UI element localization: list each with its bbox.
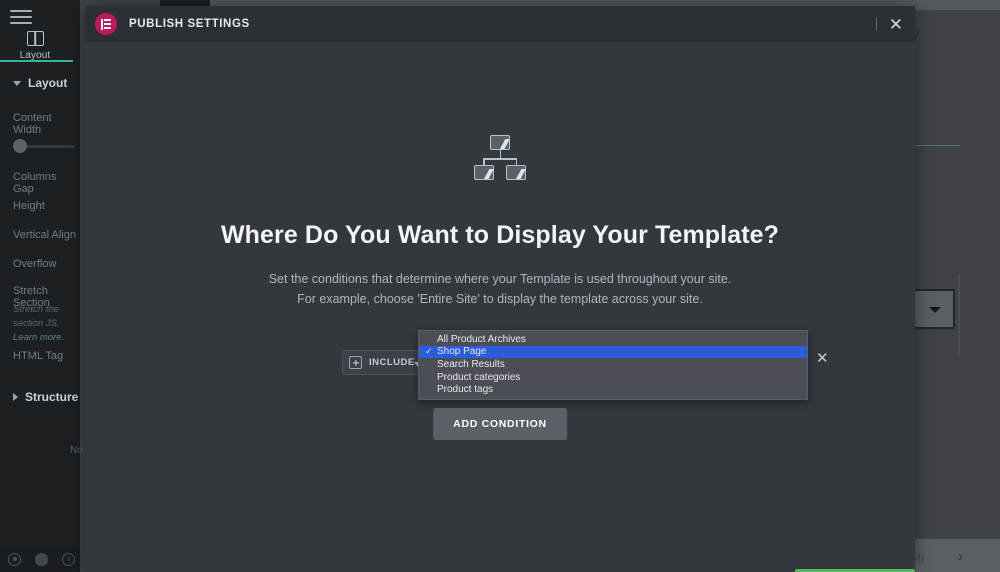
modal-header: PUBLISH SETTINGS ✕ xyxy=(85,6,915,42)
field-label-vertical-align: Vertical Align xyxy=(13,229,76,241)
list-item[interactable]: All Product Archives xyxy=(419,333,807,346)
condition-row: INCLUDE All Product Archives ✓ Shop Page xyxy=(85,330,915,400)
chevron-down-icon xyxy=(13,80,21,86)
list-item[interactable]: Product categories xyxy=(419,371,807,384)
modal-header-actions: ✕ xyxy=(875,6,903,42)
editor-sidebar: Layout Layout Content Width Columns Gap … xyxy=(0,0,83,572)
background-vertical-rule xyxy=(958,275,960,355)
list-item[interactable]: Product tags xyxy=(419,383,807,396)
list-item[interactable]: Search Results xyxy=(419,358,807,371)
field-label-html-tag: HTML Tag xyxy=(13,350,64,362)
field-label-height: Height xyxy=(13,200,45,212)
stretch-section-help-text: Stretch the section JS. Learn more. xyxy=(13,303,83,344)
responsive-mode-icon[interactable] xyxy=(35,552,48,566)
section-header-structure-label: Structure xyxy=(25,390,79,404)
layout-columns-icon xyxy=(26,31,44,46)
modal-title: PUBLISH SETTINGS xyxy=(129,18,250,30)
background-dropdown[interactable] xyxy=(913,289,955,329)
sidebar-footer xyxy=(0,546,80,572)
list-item-label: Search Results xyxy=(437,358,505,370)
settings-gear-icon[interactable] xyxy=(8,552,21,566)
page-title: Where Do You Want to Display Your Templa… xyxy=(220,221,780,249)
check-icon: ✓ xyxy=(425,346,433,357)
list-item-label: Shop Page xyxy=(437,346,487,358)
sitemap-hierarchy-icon xyxy=(474,135,526,182)
chevron-right-icon: › xyxy=(958,548,963,565)
sidebar-note: No xyxy=(70,445,83,456)
header-divider xyxy=(875,17,877,31)
list-item-label: Product categories xyxy=(437,371,521,383)
modal-subtitle: Set the conditions that determine where … xyxy=(269,269,732,310)
tab-active-underline xyxy=(0,60,73,62)
app-root: cy ack lish › Layout Layout Content Widt… xyxy=(0,0,1000,572)
field-label-overflow: Overflow xyxy=(13,258,57,270)
learn-more-link[interactable]: Learn more. xyxy=(13,332,64,343)
history-clock-icon[interactable] xyxy=(62,552,75,566)
add-condition-button[interactable]: ADD CONDITION xyxy=(433,408,567,440)
list-item[interactable]: ✓ Shop Page xyxy=(419,345,807,359)
condition-type-dropdown-list[interactable]: All Product Archives ✓ Shop Page Search … xyxy=(418,330,808,400)
chevron-down-icon xyxy=(929,307,941,313)
list-item-label: All Product Archives xyxy=(437,333,526,345)
publish-settings-modal: PUBLISH SETTINGS ✕ Where Do You Want to … xyxy=(85,6,915,572)
field-label-columns-gap: Columns Gap xyxy=(13,171,57,195)
section-header-layout-label: Layout xyxy=(28,76,68,90)
help-text-mid: JS. xyxy=(45,317,60,329)
section-header-layout[interactable]: Layout xyxy=(13,76,67,90)
field-label-content-width: Content Width xyxy=(13,112,52,136)
list-item-label: Product tags xyxy=(437,384,494,396)
tab-layout[interactable]: Layout xyxy=(0,26,70,61)
modal-subtitle-line-1: Set the conditions that determine where … xyxy=(268,272,732,286)
close-x-icon[interactable]: ✕ xyxy=(889,16,903,33)
remove-condition-x-icon[interactable]: ✕ xyxy=(816,351,829,366)
include-select-value: INCLUDE xyxy=(369,357,415,368)
chevron-right-icon xyxy=(13,393,18,401)
content-width-slider-handle[interactable] xyxy=(13,139,27,153)
include-exclude-select[interactable]: INCLUDE xyxy=(342,350,430,375)
modal-body: Where Do You Want to Display Your Templa… xyxy=(85,42,915,572)
plus-square-icon xyxy=(349,356,362,369)
section-header-structure[interactable]: Structure xyxy=(13,390,78,404)
modal-subtitle-line-2: For example, choose 'Entire Site' to dis… xyxy=(297,292,703,307)
elementor-logo-icon xyxy=(95,13,117,35)
